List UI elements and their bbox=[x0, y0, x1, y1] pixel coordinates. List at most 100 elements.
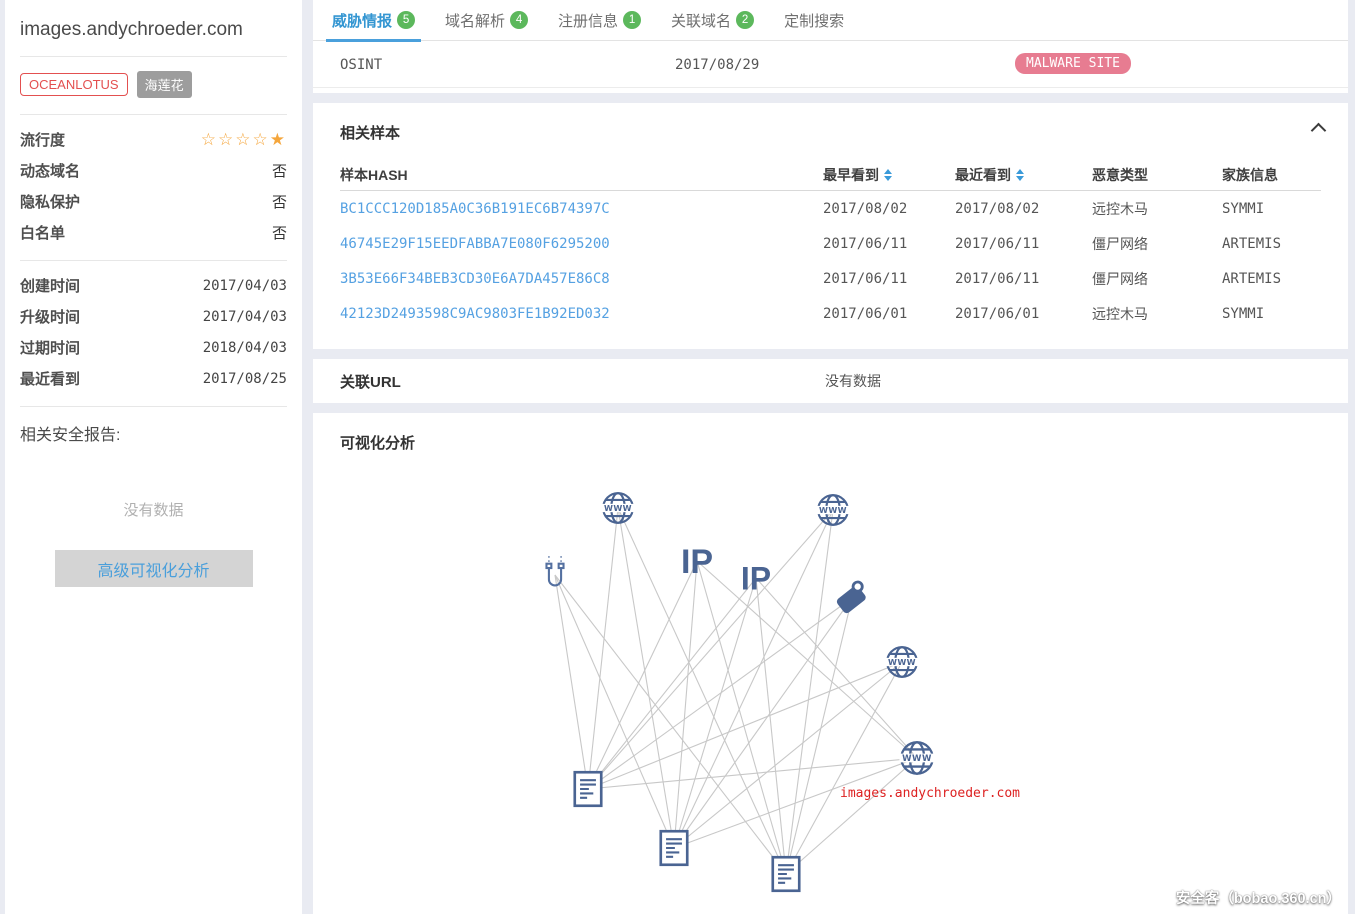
attribute-label: 动态域名 bbox=[20, 160, 80, 181]
malware-type-value: 远控木马 bbox=[1092, 199, 1222, 219]
graph-nodes: IP IP images.andychroeder.com bbox=[546, 493, 1020, 891]
table-row: BC1CCC120D185A0C36B191EC6B74397C2017/08/… bbox=[340, 191, 1321, 226]
sample-hash-link[interactable]: 46745E29F15EEDFABBA7E080F6295200 bbox=[340, 236, 823, 252]
column-header: 最早看到 bbox=[823, 165, 955, 185]
attribute-label: 白名单 bbox=[20, 222, 65, 243]
table-row: 42123D2493598C9AC9803FE1B92ED0322017/06/… bbox=[340, 296, 1321, 331]
viz-title: 可视化分析 bbox=[340, 432, 415, 453]
tag-list: OCEANLOTUS海莲花 bbox=[20, 57, 287, 115]
intel-source: OSINT bbox=[340, 57, 382, 73]
attribute-value: 否 bbox=[272, 222, 287, 243]
sample-hash-link[interactable]: BC1CCC120D185A0C36B191EC6B74397C bbox=[340, 201, 823, 217]
graph-node-doc2-doc-icon[interactable] bbox=[661, 831, 687, 865]
sample-hash-link[interactable]: 3B53E66F34BEB3CD30E6A7DA457E86C8 bbox=[340, 271, 823, 287]
related-samples-card: 相关样本 样本HASH最早看到最近看到恶意类型家族信息 BC1CCC120D18… bbox=[313, 103, 1348, 349]
attribute-row: 白名单 否 bbox=[20, 217, 287, 248]
column-header: 恶意类型 bbox=[1092, 165, 1222, 185]
last-seen-value: 2017/08/02 bbox=[955, 201, 1092, 217]
sort-icon[interactable] bbox=[1016, 169, 1024, 181]
graph-edge bbox=[618, 508, 674, 848]
malware-type-value: 远控木马 bbox=[1092, 304, 1222, 324]
watermark: 安全客（bobao.360.cn） bbox=[1176, 887, 1341, 908]
column-header: 最近看到 bbox=[955, 165, 1092, 185]
attribute-label: 隐私保护 bbox=[20, 191, 80, 212]
tab-whois[interactable]: 注册信息1 bbox=[556, 0, 643, 41]
samples-table-header: 样本HASH最早看到最近看到恶意类型家族信息 bbox=[340, 161, 1321, 191]
column-header-label: 最近看到 bbox=[955, 165, 1011, 185]
sample-hash-link[interactable]: 42123D2493598C9AC9803FE1B92ED032 bbox=[340, 306, 823, 322]
graph-domain-label: images.andychroeder.com bbox=[840, 786, 1020, 801]
last-seen-value: 2017/06/01 bbox=[955, 306, 1092, 322]
tab-count-badge: 5 bbox=[397, 11, 415, 29]
tab-threat-intel[interactable]: 威胁情报5 bbox=[330, 0, 417, 41]
graph-edge bbox=[786, 662, 902, 874]
family-value: SYMMI bbox=[1222, 306, 1321, 322]
tab-related-domains[interactable]: 关联域名2 bbox=[669, 0, 756, 41]
family-value: ARTEMIS bbox=[1222, 236, 1321, 252]
first-seen-value: 2017/06/11 bbox=[823, 271, 955, 287]
tab-count-badge: 4 bbox=[510, 11, 528, 29]
graph-edge bbox=[588, 598, 852, 789]
attribute-value: 2017/08/25 bbox=[203, 371, 287, 387]
tab-dns[interactable]: 域名解析4 bbox=[443, 0, 530, 41]
attribute-row: 过期时间 2018/04/03 bbox=[20, 332, 287, 363]
graph-node-globe4-globe-icon[interactable] bbox=[899, 742, 934, 773]
star-outline-icon: ☆ bbox=[253, 130, 270, 149]
main-content: 威胁情报5 域名解析4 注册信息1 关联域名2 定制搜索 OSINT 2017/08/2… bbox=[313, 0, 1348, 914]
attribute-value: 否 bbox=[272, 160, 287, 181]
graph-edge bbox=[786, 510, 833, 874]
tab-custom-search[interactable]: 定制搜索 bbox=[782, 0, 846, 41]
first-seen-value: 2017/08/02 bbox=[823, 201, 955, 217]
graph-node-globe2-globe-icon[interactable] bbox=[816, 495, 849, 525]
graph-node-globe3-globe-icon[interactable] bbox=[885, 647, 918, 677]
graph-edges bbox=[555, 508, 917, 874]
dates-block: 创建时间2017/04/03 升级时间 2017/04/03 过期时间 2018/04/… bbox=[20, 261, 287, 407]
graph-node-ip[interactable]: IP bbox=[681, 543, 713, 581]
graph-node-doc3-doc-icon[interactable] bbox=[773, 857, 799, 891]
attribute-label: 升级时间 bbox=[20, 306, 80, 327]
malware-site-badge: MALWARE SITE bbox=[1015, 53, 1131, 74]
attribute-label: 过期时间 bbox=[20, 337, 80, 358]
samples-table-body: BC1CCC120D185A0C36B191EC6B74397C2017/08/… bbox=[340, 191, 1321, 331]
attribute-block: 流行度 ☆☆☆☆★ 动态域名否隐私保护否白名单否 bbox=[20, 115, 287, 261]
last-seen-value: 2017/06/11 bbox=[955, 271, 1092, 287]
page: images.andychroeder.com OCEANLOTUS海莲花 流行… bbox=[0, 0, 1355, 914]
advanced-viz-button[interactable]: 高级可视化分析 bbox=[55, 550, 253, 587]
graph-edge bbox=[674, 662, 902, 848]
graph-node-globe1-globe-icon[interactable] bbox=[601, 493, 634, 523]
related-url-title: 关联URL bbox=[340, 371, 401, 392]
tab-bar: 威胁情报5 域名解析4 注册信息1 关联域名2 定制搜索 bbox=[313, 0, 1348, 41]
graph-edge bbox=[588, 578, 756, 789]
star-outline-icon: ☆ bbox=[218, 130, 235, 149]
graph-node-magnet-magnet-icon[interactable] bbox=[546, 556, 563, 585]
viz-graph: WWW bbox=[313, 413, 1348, 914]
graph-node-ip[interactable]: IP bbox=[741, 561, 771, 597]
graph-node-doc1-doc-icon[interactable] bbox=[575, 772, 601, 806]
visualization-card: 可视化分析 WWW bbox=[313, 413, 1348, 914]
popularity-label: 流行度 bbox=[20, 129, 65, 150]
related-url-card: 关联URL 没有数据 bbox=[313, 359, 1348, 403]
attribute-value: 2017/04/03 bbox=[203, 309, 287, 325]
sort-icon[interactable] bbox=[884, 169, 892, 181]
star-outline-icon: ☆ bbox=[235, 130, 252, 149]
column-header: 样本HASH bbox=[340, 165, 823, 185]
first-seen-value: 2017/06/01 bbox=[823, 306, 955, 322]
reports-block: 相关安全报告: 没有数据 高级可视化分析 bbox=[20, 407, 287, 587]
attribute-row: 隐私保护否 bbox=[20, 186, 287, 217]
graph-node-tag-tag-icon[interactable] bbox=[834, 580, 871, 615]
malware-type-value: 僵尸网络 bbox=[1092, 269, 1222, 289]
tab-count-badge: 1 bbox=[623, 11, 641, 29]
family-value: SYMMI bbox=[1222, 201, 1321, 217]
attribute-value: 2018/04/03 bbox=[203, 340, 287, 356]
graph-edge bbox=[786, 758, 917, 874]
column-header-label: 恶意类型 bbox=[1092, 165, 1148, 185]
malware-type-value: 僵尸网络 bbox=[1092, 234, 1222, 254]
column-header-label: 样本HASH bbox=[340, 165, 408, 185]
collapse-button[interactable] bbox=[1308, 119, 1328, 139]
intel-date: 2017/08/29 bbox=[675, 57, 759, 73]
reports-empty-text: 没有数据 bbox=[20, 499, 287, 520]
graph-edge bbox=[756, 578, 917, 758]
attribute-row: 创建时间2017/04/03 bbox=[20, 270, 287, 301]
chevron-up-icon bbox=[1310, 123, 1326, 139]
star-filled-icon: ★ bbox=[270, 130, 287, 149]
